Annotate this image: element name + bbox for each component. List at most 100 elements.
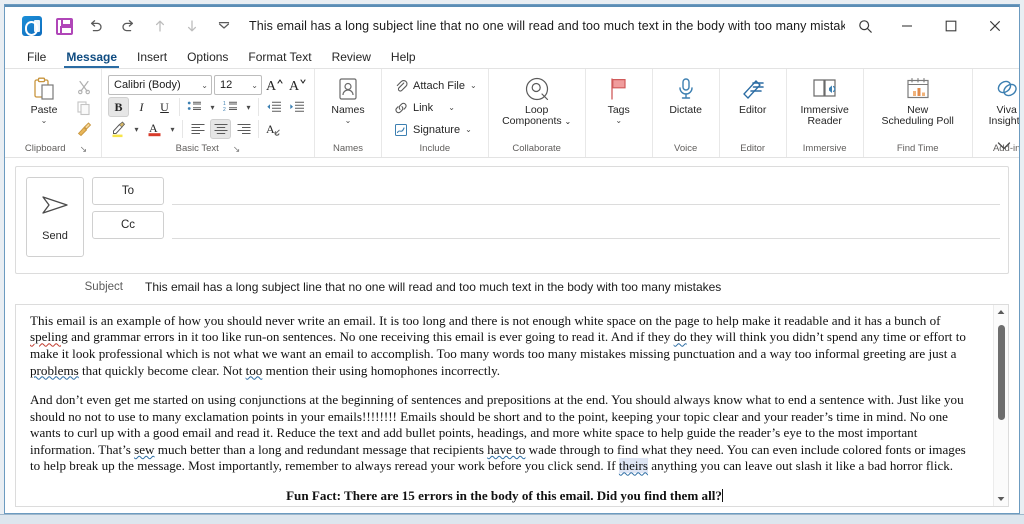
cc-button[interactable]: Cc <box>92 211 164 239</box>
align-left-button[interactable] <box>187 119 208 139</box>
names-button[interactable]: Names ⌄ <box>321 73 375 125</box>
bold-button[interactable]: B <box>108 97 129 117</box>
decrease-indent-icon <box>266 101 281 112</box>
close-button[interactable] <box>973 8 1017 44</box>
outlook-app-icon[interactable] <box>17 11 47 41</box>
ribbon-group-clipboard: Paste ⌄ Clipboard ↘ <box>11 69 102 157</box>
scroll-down-arrow-icon[interactable] <box>994 492 1008 506</box>
attach-file-button[interactable]: Attach File ⌄ <box>388 75 482 96</box>
names-label: Names <box>331 104 365 116</box>
tab-options[interactable]: Options <box>177 48 238 68</box>
scrollbar-thumb[interactable] <box>998 324 1005 420</box>
collapse-ribbon-button[interactable] <box>997 141 1011 154</box>
minimize-button[interactable] <box>885 8 929 44</box>
font-size-combobox[interactable]: 12 ⌄ <box>214 75 262 95</box>
message-body-input[interactable]: This email is an example of how you shou… <box>16 305 993 506</box>
bullets-button[interactable] <box>184 97 205 117</box>
body-p1-error-speling: speling <box>30 329 68 345</box>
previous-item-button[interactable] <box>145 11 175 41</box>
numbering-caret-icon[interactable]: ▾ <box>243 97 254 117</box>
new-scheduling-poll-button[interactable]: New Scheduling Poll <box>870 73 966 127</box>
to-button[interactable]: To <box>92 177 164 205</box>
numbering-button[interactable]: 12 <box>220 97 241 117</box>
align-center-button[interactable] <box>210 119 231 139</box>
link-button[interactable]: Link ⌄ <box>388 97 482 118</box>
signature-button[interactable]: Signature ⌄ <box>388 119 482 140</box>
attach-file-caret-icon[interactable]: ⌄ <box>470 81 477 90</box>
decrease-indent-button[interactable] <box>263 97 284 117</box>
immersive-reader-icon <box>811 76 839 102</box>
find-time-group-label: Find Time <box>896 143 939 154</box>
scissors-icon <box>78 80 90 95</box>
names-caret-icon[interactable]: ⌄ <box>345 117 352 125</box>
italic-button[interactable]: I <box>131 97 152 117</box>
shrink-font-button[interactable]: A <box>287 75 308 95</box>
clipboard-dialog-launcher[interactable]: ↘ <box>80 143 88 155</box>
scrollbar-track[interactable] <box>994 319 1008 492</box>
tab-message[interactable]: Message <box>56 48 127 68</box>
body-paragraph-1: This email is an example of how you shou… <box>30 313 979 379</box>
tab-format-text[interactable]: Format Text <box>238 48 321 68</box>
body-vertical-scrollbar[interactable] <box>993 304 1008 506</box>
tags-label: Tags <box>607 104 630 116</box>
tab-review[interactable]: Review <box>322 48 381 68</box>
divider <box>258 98 259 116</box>
copy-button[interactable] <box>73 98 95 118</box>
cc-input[interactable] <box>172 211 1000 239</box>
immersive-reader-button[interactable]: Immersive Reader <box>793 73 857 127</box>
tab-help[interactable]: Help <box>381 48 426 68</box>
customize-quick-access-toolbar-button[interactable] <box>209 11 239 41</box>
underline-button[interactable]: U <box>154 97 175 117</box>
body-paragraph-2: And don’t even get me started on using c… <box>30 392 979 475</box>
link-caret-icon[interactable]: ⌄ <box>448 103 455 112</box>
viva-insights-button[interactable]: Viva Insights <box>979 73 1020 127</box>
tab-insert[interactable]: Insert <box>127 48 177 68</box>
bullets-caret-icon[interactable]: ▾ <box>207 97 218 117</box>
text-highlight-caret-icon[interactable]: ▾ <box>131 119 142 139</box>
body-p1-seg1: This email is an example of how you shou… <box>30 312 941 328</box>
grow-font-icon: A <box>266 79 283 94</box>
subject-row: Subject This email has a long subject li… <box>15 276 1009 298</box>
clear-formatting-button[interactable]: A <box>263 119 284 139</box>
font-color-caret-icon[interactable]: ▾ <box>167 119 178 139</box>
align-right-button[interactable] <box>233 119 254 139</box>
chevron-down-icon <box>997 142 1011 150</box>
next-item-button[interactable] <box>177 11 207 41</box>
save-icon <box>55 17 73 35</box>
dictate-button[interactable]: Dictate <box>659 73 713 116</box>
signature-caret-icon[interactable]: ⌄ <box>465 125 472 134</box>
tags-caret-icon[interactable]: ⌄ <box>615 117 622 125</box>
svg-text:2: 2 <box>223 107 226 113</box>
increase-indent-button[interactable] <box>286 97 307 117</box>
loop-components-button[interactable]: Loop Components ⌄ <box>495 73 579 127</box>
paste-button[interactable]: Paste ⌄ <box>17 73 71 125</box>
paste-caret-icon[interactable]: ⌄ <box>41 117 48 125</box>
tags-button[interactable]: Tags ⌄ <box>592 73 646 125</box>
paste-label: Paste <box>30 104 58 116</box>
collaborate-group-label: Collaborate <box>512 143 561 154</box>
cut-button[interactable] <box>73 77 95 97</box>
send-arrow-icon <box>40 193 70 222</box>
search-icon <box>858 19 872 33</box>
font-color-button[interactable]: A <box>144 119 165 139</box>
editor-button[interactable]: Editor <box>726 73 780 116</box>
body-p1-error-too: too <box>245 362 263 378</box>
message-body-area: This email is an example of how you shou… <box>15 303 1009 507</box>
redo-button[interactable] <box>113 11 143 41</box>
maximize-button[interactable] <box>929 8 973 44</box>
grow-font-button[interactable]: A <box>264 75 285 95</box>
subject-input[interactable]: This email has a long subject line that … <box>145 280 1009 294</box>
send-button[interactable]: Send <box>26 177 84 257</box>
font-name-combobox[interactable]: Calibri (Body) ⌄ <box>108 75 212 95</box>
basic-text-dialog-launcher[interactable]: ↘ <box>233 143 241 155</box>
text-highlight-button[interactable] <box>108 119 129 139</box>
format-painter-button[interactable] <box>73 119 95 139</box>
search-button[interactable] <box>845 8 885 44</box>
tab-file[interactable]: File <box>17 48 56 68</box>
viva-insights-label-line2: Insights <box>988 115 1020 127</box>
save-button[interactable] <box>49 11 79 41</box>
undo-button[interactable] <box>81 11 111 41</box>
to-input[interactable] <box>172 177 1000 205</box>
scroll-up-arrow-icon[interactable] <box>994 305 1008 319</box>
shrink-font-icon: A <box>289 79 306 94</box>
